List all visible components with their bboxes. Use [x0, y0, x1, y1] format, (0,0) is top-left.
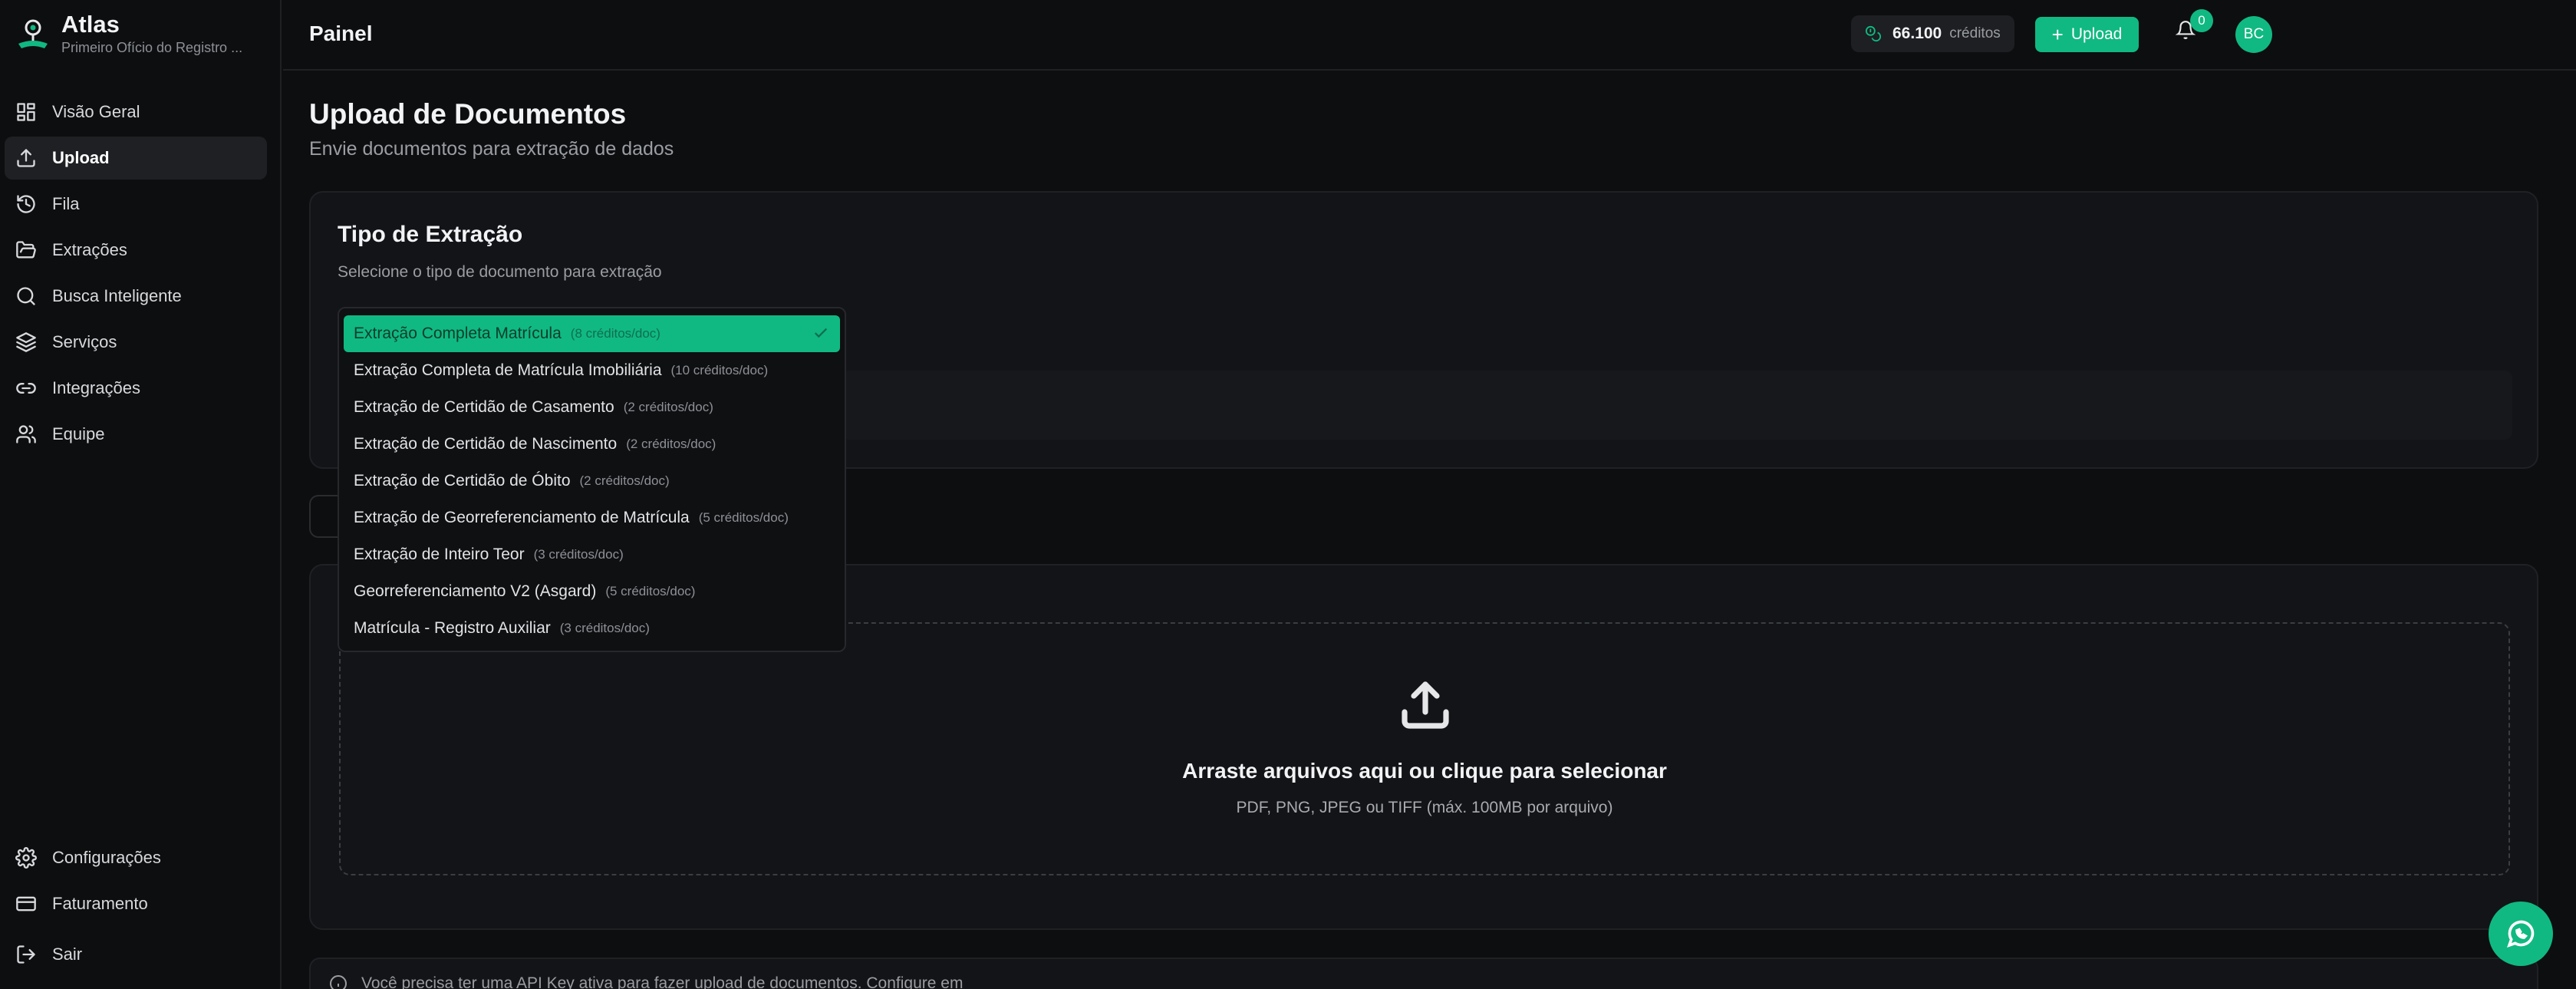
- dropdown-option[interactable]: Extração de Certidão de Casamento (2 cré…: [344, 389, 840, 426]
- api-key-notice: Você precisa ter uma API Key ativa para …: [309, 958, 2538, 989]
- sidebar-nav: Visão Geral Upload Fila Extrações Busca …: [5, 91, 267, 459]
- option-cost: (8 créditos/doc): [570, 326, 660, 341]
- page-title: Painel: [309, 21, 373, 45]
- upload-button-label: Upload: [2070, 25, 2123, 43]
- credits-indicator[interactable]: 66.100 créditos: [1851, 15, 2014, 52]
- option-label: Extração Completa de Matrícula Imobiliár…: [354, 361, 662, 379]
- coins-icon: [1865, 25, 1881, 42]
- dropdown-option[interactable]: Extração de Inteiro Teor (3 créditos/doc…: [344, 536, 840, 573]
- sidebar-item-equipe[interactable]: Equipe: [5, 413, 267, 456]
- users-icon: [16, 425, 36, 443]
- upload-button[interactable]: + Upload: [2035, 17, 2139, 52]
- option-label: Extração de Certidão de Óbito: [354, 472, 571, 490]
- folder-open-icon: [16, 241, 36, 259]
- sidebar-item-label: Fila: [52, 194, 80, 213]
- sidebar-item-integracoes[interactable]: Integrações: [5, 367, 267, 410]
- dropdown-option[interactable]: Matrícula - Registro Auxiliar (3 crédito…: [344, 610, 840, 647]
- notification-badge: 0: [2190, 9, 2213, 32]
- sidebar-item-label: Integrações: [52, 378, 140, 397]
- layers-icon: [16, 332, 36, 352]
- sidebar-item-sair[interactable]: Sair: [5, 933, 267, 976]
- option-cost: (10 créditos/doc): [670, 363, 769, 377]
- main-subtitle: Envie documentos para extração de dados: [309, 138, 674, 160]
- sidebar-bottom-nav: Configurações Faturamento Sair: [5, 836, 267, 979]
- extraction-type-dropdown[interactable]: Extração Completa Matrícula (8 créditos/…: [338, 307, 846, 652]
- option-label: Extração de Inteiro Teor: [354, 546, 525, 563]
- mode-toggle[interactable]: [309, 495, 340, 538]
- sidebar-item-label: Serviços: [52, 332, 117, 351]
- info-icon: [329, 974, 348, 989]
- dropdown-option[interactable]: Extração Completa de Matrícula Imobiliár…: [344, 352, 840, 389]
- sidebar-item-label: Equipe: [52, 424, 105, 443]
- dropzone-subtitle: PDF, PNG, JPEG ou TIFF (máx. 100MB por a…: [1236, 799, 1613, 816]
- whatsapp-chat-button[interactable]: [2489, 902, 2553, 966]
- notice-text: Você precisa ter uma API Key ativa para …: [361, 974, 964, 989]
- option-cost: (5 créditos/doc): [698, 510, 789, 525]
- sidebar-item-servicos[interactable]: Serviços: [5, 321, 267, 364]
- dropdown-option[interactable]: Extração Completa Matrícula (8 créditos/…: [344, 315, 840, 352]
- sidebar-item-label: Sair: [52, 944, 83, 964]
- brand-name: Atlas: [61, 11, 120, 38]
- option-label: Extração de Certidão de Casamento: [354, 398, 614, 416]
- sidebar: Atlas Primeiro Ofício do Registro ... Vi…: [0, 0, 282, 989]
- option-cost: (2 créditos/doc): [626, 437, 716, 451]
- sidebar-item-configuracoes[interactable]: Configurações: [5, 836, 267, 879]
- sidebar-item-faturamento[interactable]: Faturamento: [5, 882, 267, 925]
- option-cost: (3 créditos/doc): [559, 621, 650, 635]
- link-icon: [16, 383, 36, 394]
- extraction-info-panel: [840, 371, 2512, 440]
- credit-card-icon: [16, 896, 36, 912]
- sidebar-item-upload[interactable]: Upload: [5, 137, 267, 180]
- atlas-logo-icon: [18, 19, 48, 48]
- credits-value: 66.100: [1892, 25, 1942, 42]
- check-icon: [812, 325, 829, 341]
- sidebar-item-fila[interactable]: Fila: [5, 183, 267, 226]
- dropzone-title: Arraste arquivos aqui ou clique para sel…: [1182, 759, 1667, 783]
- upload-icon: [17, 149, 35, 167]
- sidebar-item-extracoes[interactable]: Extrações: [5, 229, 267, 272]
- option-cost: (5 créditos/doc): [605, 584, 696, 598]
- option-label: Extração de Georreferenciamento de Matrí…: [354, 509, 690, 526]
- option-label: Matrícula - Registro Auxiliar: [354, 619, 551, 637]
- extraction-heading: Tipo de Extração: [338, 222, 523, 247]
- main-title: Upload de Documentos: [309, 98, 627, 130]
- sidebar-item-busca-inteligente[interactable]: Busca Inteligente: [5, 275, 267, 318]
- sidebar-item-label: Visão Geral: [52, 102, 140, 121]
- sidebar-item-label: Upload: [52, 148, 110, 167]
- topbar: Painel: [283, 0, 2576, 71]
- upload-icon: [1398, 677, 1453, 733]
- brand-subtitle: Primeiro Ofício do Registro ...: [61, 40, 243, 55]
- grid-icon: [17, 103, 35, 121]
- plus-icon: +: [2051, 23, 2064, 46]
- avatar[interactable]: BC: [2235, 16, 2272, 53]
- option-cost: (2 créditos/doc): [623, 400, 713, 414]
- option-cost: (3 créditos/doc): [533, 547, 624, 562]
- option-label: Extração Completa Matrícula: [354, 325, 562, 342]
- gear-icon: [15, 847, 37, 869]
- whatsapp-icon: [2507, 920, 2535, 948]
- dropdown-option[interactable]: Extração de Georreferenciamento de Matrí…: [344, 499, 840, 536]
- sidebar-item-label: Faturamento: [52, 894, 148, 913]
- dropdown-option[interactable]: Georreferenciamento V2 (Asgard) (5 crédi…: [344, 573, 840, 610]
- logout-icon: [17, 945, 35, 964]
- search-icon: [17, 287, 35, 305]
- extraction-description: Selecione o tipo de documento para extra…: [338, 263, 662, 281]
- sidebar-item-label: Configurações: [52, 848, 161, 867]
- option-label: Extração de Certidão de Nascimento: [354, 435, 618, 453]
- credits-unit: créditos: [1949, 25, 2001, 41]
- brand[interactable]: Atlas Primeiro Ofício do Registro ...: [14, 11, 242, 57]
- history-icon: [17, 195, 35, 213]
- sidebar-item-label: Busca Inteligente: [52, 286, 182, 305]
- option-label: Georreferenciamento V2 (Asgard): [354, 582, 597, 600]
- option-cost: (2 créditos/doc): [579, 473, 670, 488]
- sidebar-item-label: Extrações: [52, 240, 127, 259]
- dropdown-option[interactable]: Extração de Certidão de Nascimento (2 cr…: [344, 426, 840, 463]
- sidebar-item-visao-geral[interactable]: Visão Geral: [5, 91, 267, 134]
- file-dropzone[interactable]: Arraste arquivos aqui ou clique para sel…: [339, 622, 2510, 875]
- dropdown-option[interactable]: Extração de Certidão de Óbito (2 crédito…: [344, 463, 840, 499]
